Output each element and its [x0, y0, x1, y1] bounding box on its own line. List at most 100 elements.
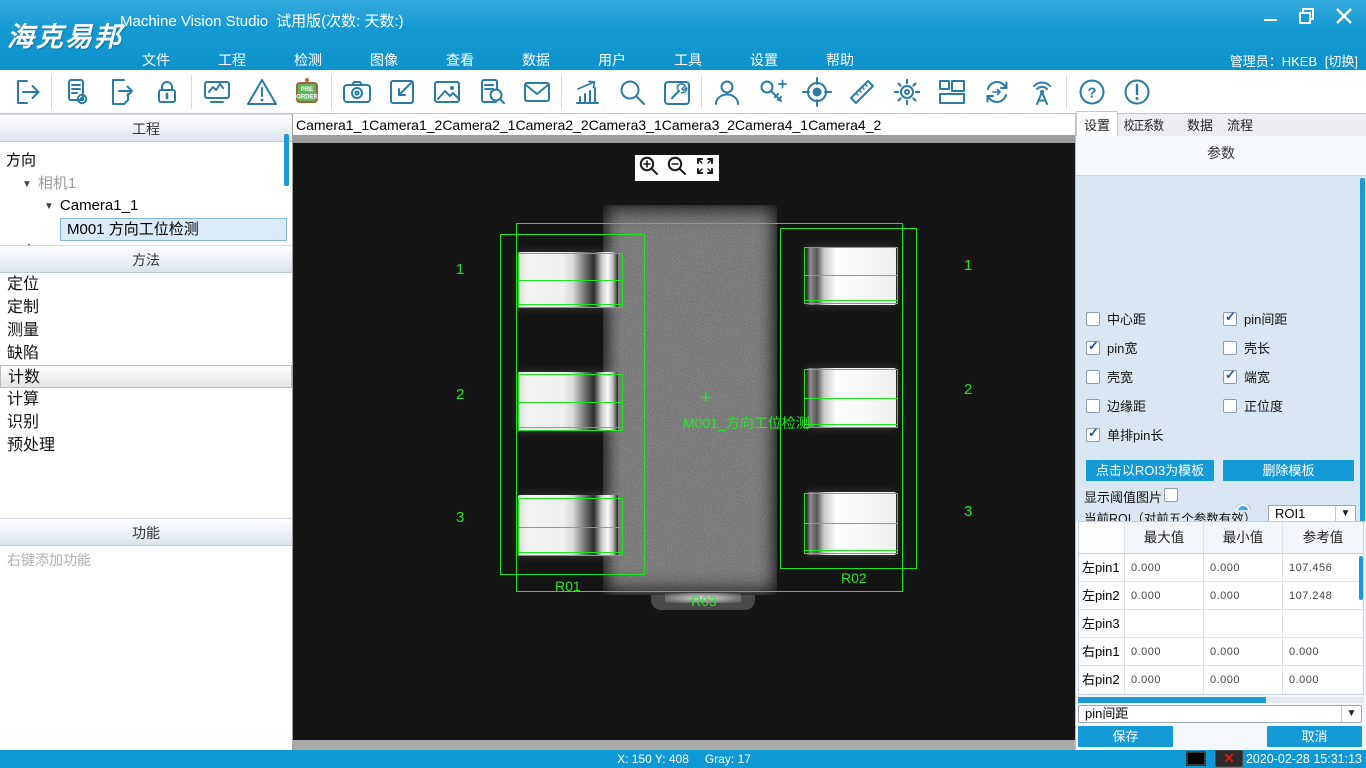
mail-icon[interactable]	[514, 72, 559, 112]
doc-export-icon[interactable]	[99, 72, 144, 112]
warning-icon[interactable]	[239, 72, 284, 112]
menu-tools[interactable]: 工具	[650, 48, 726, 72]
search-icon[interactable]	[609, 72, 654, 112]
tab-flow[interactable]: 流程	[1220, 112, 1260, 136]
checkbox-row-end-width[interactable]: ✓端宽	[1223, 368, 1270, 385]
table-scrollbar[interactable]	[1359, 556, 1363, 600]
restore-button[interactable]	[1296, 5, 1318, 32]
checkbox-row-edge-distance[interactable]: ✓边缘距	[1086, 397, 1146, 414]
cancel-button[interactable]: 取消	[1267, 726, 1362, 747]
tab-camera3-1[interactable]: Camera3_1	[589, 115, 662, 135]
sync-icon[interactable]	[974, 72, 1019, 112]
table-row-left-pin1[interactable]: 左pin10.0000.000107.456	[1079, 554, 1363, 582]
right-pin1-measure-box[interactable]	[804, 247, 898, 304]
key-plus-icon[interactable]	[749, 72, 794, 112]
image-viewer[interactable]: 1 2 3 1 2 3 R01 R02 R03 + M001_方向工位检测	[293, 143, 1075, 740]
method-calculate[interactable]: 计算	[0, 388, 292, 411]
help-icon[interactable]: ?	[1069, 72, 1114, 112]
table-row-right-pin2[interactable]: 右pin20.0000.0000.000	[1079, 666, 1363, 694]
threshold-image-checkbox-row[interactable]: ✓	[1164, 486, 1178, 503]
checkbox-row-center-distance[interactable]: ✓中心距	[1086, 310, 1146, 327]
right-pin3-measure-box[interactable]	[804, 493, 898, 554]
viewer-horizontal-scrollbar[interactable]	[293, 740, 1075, 750]
checkbox-pin-width[interactable]: ✓	[1086, 341, 1100, 355]
tab-camera4-2[interactable]: Camera4_2	[808, 115, 881, 135]
dropdown-arrow-icon[interactable]: ▼	[1341, 706, 1361, 722]
checkbox-shell-width[interactable]: ✓	[1086, 370, 1100, 384]
dropdown-arrow-icon[interactable]: ▼	[1335, 506, 1355, 522]
checkbox-row-single-row-pin-length[interactable]: ✓单排pin长	[1086, 426, 1163, 443]
checkbox-center-distance[interactable]: ✓	[1086, 312, 1100, 326]
camera-offline-icon[interactable]: ✕	[1215, 750, 1243, 767]
zoom-in-icon[interactable]	[638, 155, 660, 182]
display-icon[interactable]	[1186, 751, 1206, 766]
doc-search-icon[interactable]	[469, 72, 514, 112]
import-chart-icon[interactable]	[379, 72, 424, 112]
method-count-selected[interactable]: 计数	[0, 365, 292, 388]
menu-data[interactable]: 数据	[498, 48, 574, 72]
checkbox-shell-length[interactable]: ✓	[1223, 341, 1237, 355]
menu-user[interactable]: 用户	[574, 48, 650, 72]
menu-image[interactable]: 图像	[346, 48, 422, 72]
save-button[interactable]: 保存	[1078, 726, 1173, 747]
menu-project[interactable]: 工程	[194, 48, 270, 72]
about-icon[interactable]	[1114, 72, 1159, 112]
switch-user-link[interactable]: [切换]	[1325, 54, 1358, 69]
fit-view-icon[interactable]	[694, 155, 716, 182]
chart-growth-icon[interactable]	[564, 72, 609, 112]
tab-camera3-2[interactable]: Camera3_2	[662, 115, 735, 135]
tab-camera1-2[interactable]: Camera1_2	[369, 115, 442, 135]
checkbox-squareness[interactable]: ✓	[1223, 399, 1237, 413]
checkbox-row-shell-length[interactable]: ✓壳长	[1223, 339, 1270, 356]
close-button[interactable]	[1332, 4, 1356, 33]
checkbox-single-row-pin-length[interactable]: ✓	[1086, 428, 1100, 442]
menu-settings[interactable]: 设置	[726, 48, 802, 72]
zoom-out-icon[interactable]	[666, 155, 688, 182]
layout-icon[interactable]	[929, 72, 974, 112]
left-pin2-measure-box[interactable]	[518, 374, 623, 431]
method-recognize[interactable]: 识别	[0, 411, 292, 434]
monitor-wave-icon[interactable]	[194, 72, 239, 112]
checkbox-row-shell-width[interactable]: ✓壳宽	[1086, 368, 1133, 385]
logout-icon[interactable]	[4, 72, 49, 112]
image-icon[interactable]	[424, 72, 469, 112]
method-customize[interactable]: 定制	[0, 296, 292, 319]
menu-file[interactable]: 文件	[118, 48, 194, 72]
doc-settings-icon[interactable]	[54, 72, 99, 112]
method-preprocess[interactable]: 预处理	[0, 434, 292, 457]
tree-item-camera-group[interactable]: ▼相机1	[22, 173, 76, 195]
table-horizontal-scrollbar[interactable]	[1078, 697, 1364, 703]
tab-camera4-1[interactable]: Camera4_1	[735, 115, 808, 135]
table-row-left-pin3[interactable]: 左pin3	[1079, 610, 1363, 638]
checkbox-row-pin-width[interactable]: ✓pin宽	[1086, 339, 1137, 356]
menu-view[interactable]: 查看	[422, 48, 498, 72]
checkbox-row-squareness[interactable]: ✓正位度	[1223, 397, 1283, 414]
left-pin1-measure-box[interactable]	[518, 253, 623, 308]
minimize-button[interactable]	[1260, 5, 1282, 32]
parameters-scrollbar[interactable]	[1360, 178, 1365, 522]
delete-template-button[interactable]: 删除模板	[1223, 460, 1354, 481]
checkbox-end-width[interactable]: ✓	[1223, 370, 1237, 384]
pre-order-badge-icon[interactable]: PREORDER	[284, 72, 329, 112]
tab-camera2-1[interactable]: Camera2_1	[442, 115, 515, 135]
broadcast-icon[interactable]	[1019, 72, 1064, 112]
tree-item-direction[interactable]: 方向	[6, 150, 36, 172]
right-pin2-measure-box[interactable]	[804, 369, 898, 428]
checkbox-pin-pitch[interactable]: ✓	[1223, 312, 1237, 326]
expander-open-icon[interactable]: ▼	[44, 201, 54, 212]
checkbox-edge-distance[interactable]: ✓	[1086, 399, 1100, 413]
tab-camera1-1[interactable]: Camera1_1	[296, 115, 369, 135]
method-measure[interactable]: 测量	[0, 319, 292, 342]
checkbox-row-pin-pitch[interactable]: ✓pin间距	[1223, 310, 1287, 327]
menu-help[interactable]: 帮助	[802, 48, 878, 72]
table-row-left-pin2[interactable]: 左pin20.0000.000107.248	[1079, 582, 1363, 610]
parameter-select-dropdown[interactable]: pin间距 ▼	[1078, 705, 1362, 723]
menu-detection[interactable]: 检测	[270, 48, 346, 72]
threshold-image-checkbox[interactable]: ✓	[1164, 488, 1178, 502]
tab-data[interactable]: 数据	[1180, 112, 1220, 136]
camera-icon[interactable]	[334, 72, 379, 112]
target-icon[interactable]	[794, 72, 839, 112]
tab-camera2-2[interactable]: Camera2_2	[515, 115, 588, 135]
method-locate[interactable]: 定位	[0, 273, 292, 296]
lock-icon[interactable]	[144, 72, 189, 112]
